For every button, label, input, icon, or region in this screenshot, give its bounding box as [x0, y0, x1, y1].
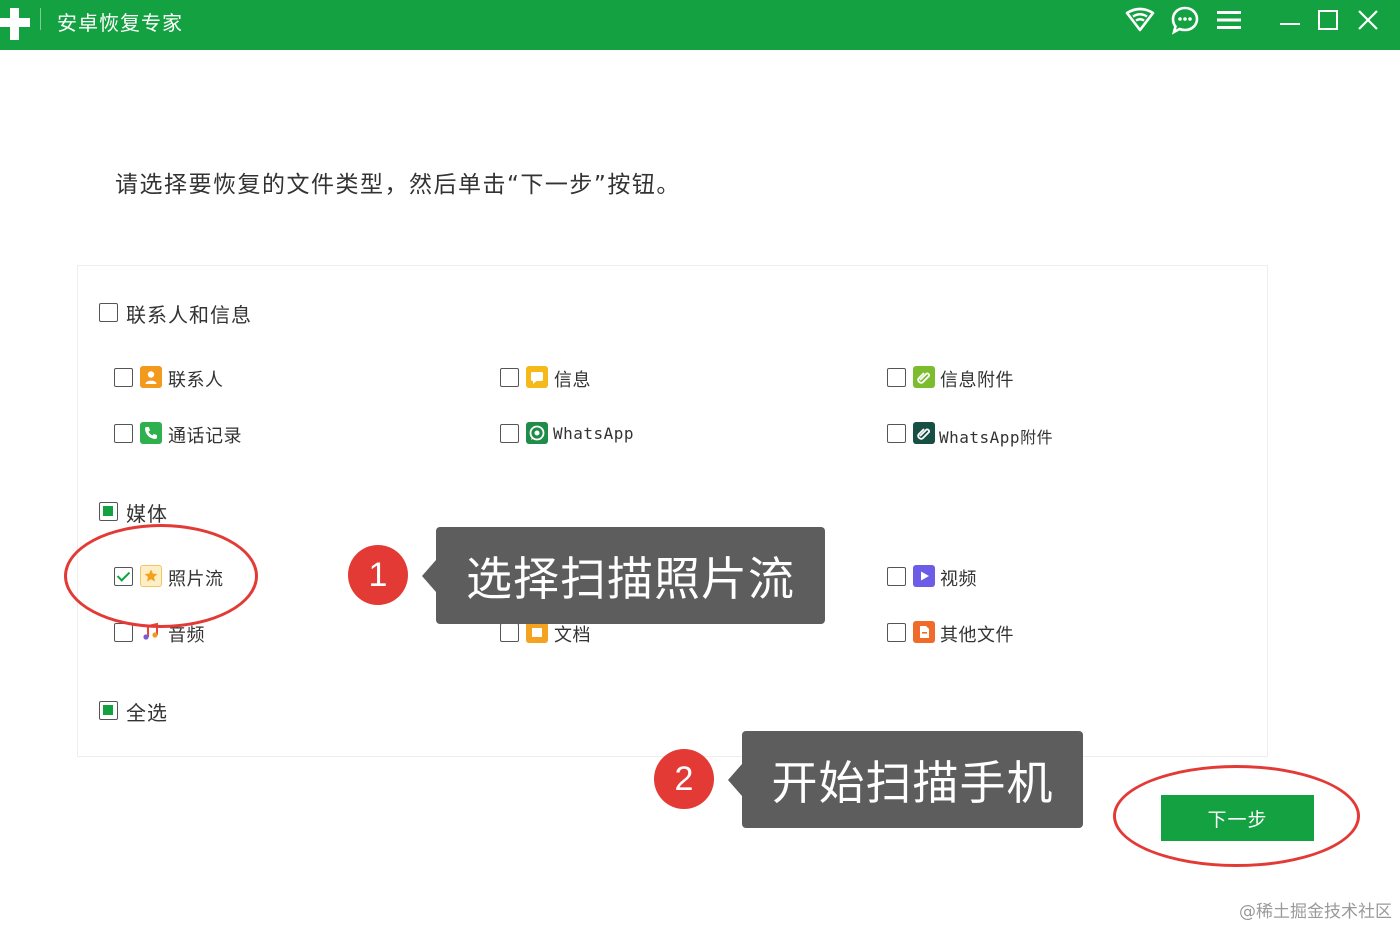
message-icon: [526, 366, 548, 388]
checkbox-whatsapp[interactable]: [500, 424, 519, 443]
item-label-contacts: 联系人: [168, 370, 224, 391]
checkbox-video[interactable]: [887, 567, 906, 586]
audio-icon: [140, 621, 162, 643]
select-all-checkbox[interactable]: [99, 701, 118, 720]
select-all-label: 全选: [126, 701, 168, 725]
item-label-photo-stream: 照片流: [168, 569, 224, 590]
group-checkbox-contacts-messages[interactable]: [99, 303, 118, 322]
instruction-text: 请选择要恢复的文件类型，然后单击“下一步”按钮。: [115, 172, 681, 198]
close-icon[interactable]: [1352, 4, 1384, 36]
item-label-video: 视频: [940, 569, 977, 590]
whatsapp-attachment-icon: [913, 422, 935, 444]
document-icon: [526, 621, 548, 643]
item-label-messages: 信息: [554, 370, 591, 391]
watermark: @稀土掘金技术社区: [1239, 902, 1392, 922]
title-separator: [40, 8, 41, 30]
app-title: 安卓恢复专家: [57, 11, 183, 35]
checkbox-whatsapp-attachments[interactable]: [887, 424, 906, 443]
checkbox-documents[interactable]: [500, 623, 519, 642]
step-badge-1: 1: [348, 545, 408, 605]
checkbox-other-files[interactable]: [887, 623, 906, 642]
attachment-icon: [913, 366, 935, 388]
chat-icon[interactable]: [1169, 4, 1201, 36]
group-checkbox-media[interactable]: [99, 502, 118, 521]
checkbox-messages[interactable]: [500, 368, 519, 387]
item-label-audio: 音频: [168, 625, 205, 646]
next-button[interactable]: 下一步: [1161, 795, 1314, 841]
video-icon: [913, 565, 935, 587]
checkbox-message-attachments[interactable]: [887, 368, 906, 387]
phone-icon: [140, 422, 162, 444]
group-label-media: 媒体: [126, 502, 168, 526]
item-label-other-files: 其他文件: [940, 625, 1014, 646]
callout-step-1: 选择扫描照片流: [422, 527, 825, 624]
whatsapp-icon: [526, 422, 548, 444]
minimize-icon[interactable]: [1274, 4, 1306, 36]
item-label-whatsapp: WhatsApp: [553, 424, 635, 443]
checkbox-photo-stream[interactable]: [114, 567, 133, 586]
checkbox-contacts[interactable]: [114, 368, 133, 387]
item-label-whatsapp-attachments: WhatsApp附件: [939, 428, 1054, 447]
app-logo-icon: [0, 2, 32, 42]
step-badge-2: 2: [654, 749, 714, 809]
item-label-documents: 文档: [554, 625, 591, 646]
contact-icon: [140, 366, 162, 388]
other-file-icon: [913, 621, 935, 643]
menu-icon[interactable]: [1213, 4, 1245, 36]
checkbox-audio[interactable]: [114, 623, 133, 642]
photo-stream-icon: [140, 565, 162, 587]
item-label-call-log: 通话记录: [168, 426, 242, 447]
title-bar: 安卓恢复专家: [0, 0, 1400, 50]
group-label-contacts-messages: 联系人和信息: [126, 303, 252, 327]
wifi-icon[interactable]: [1124, 4, 1156, 36]
item-label-message-attachments: 信息附件: [940, 370, 1014, 391]
checkbox-call-log[interactable]: [114, 424, 133, 443]
callout-step-2: 开始扫描手机: [728, 731, 1083, 828]
maximize-icon[interactable]: [1312, 4, 1344, 36]
file-type-panel: [77, 265, 1268, 757]
